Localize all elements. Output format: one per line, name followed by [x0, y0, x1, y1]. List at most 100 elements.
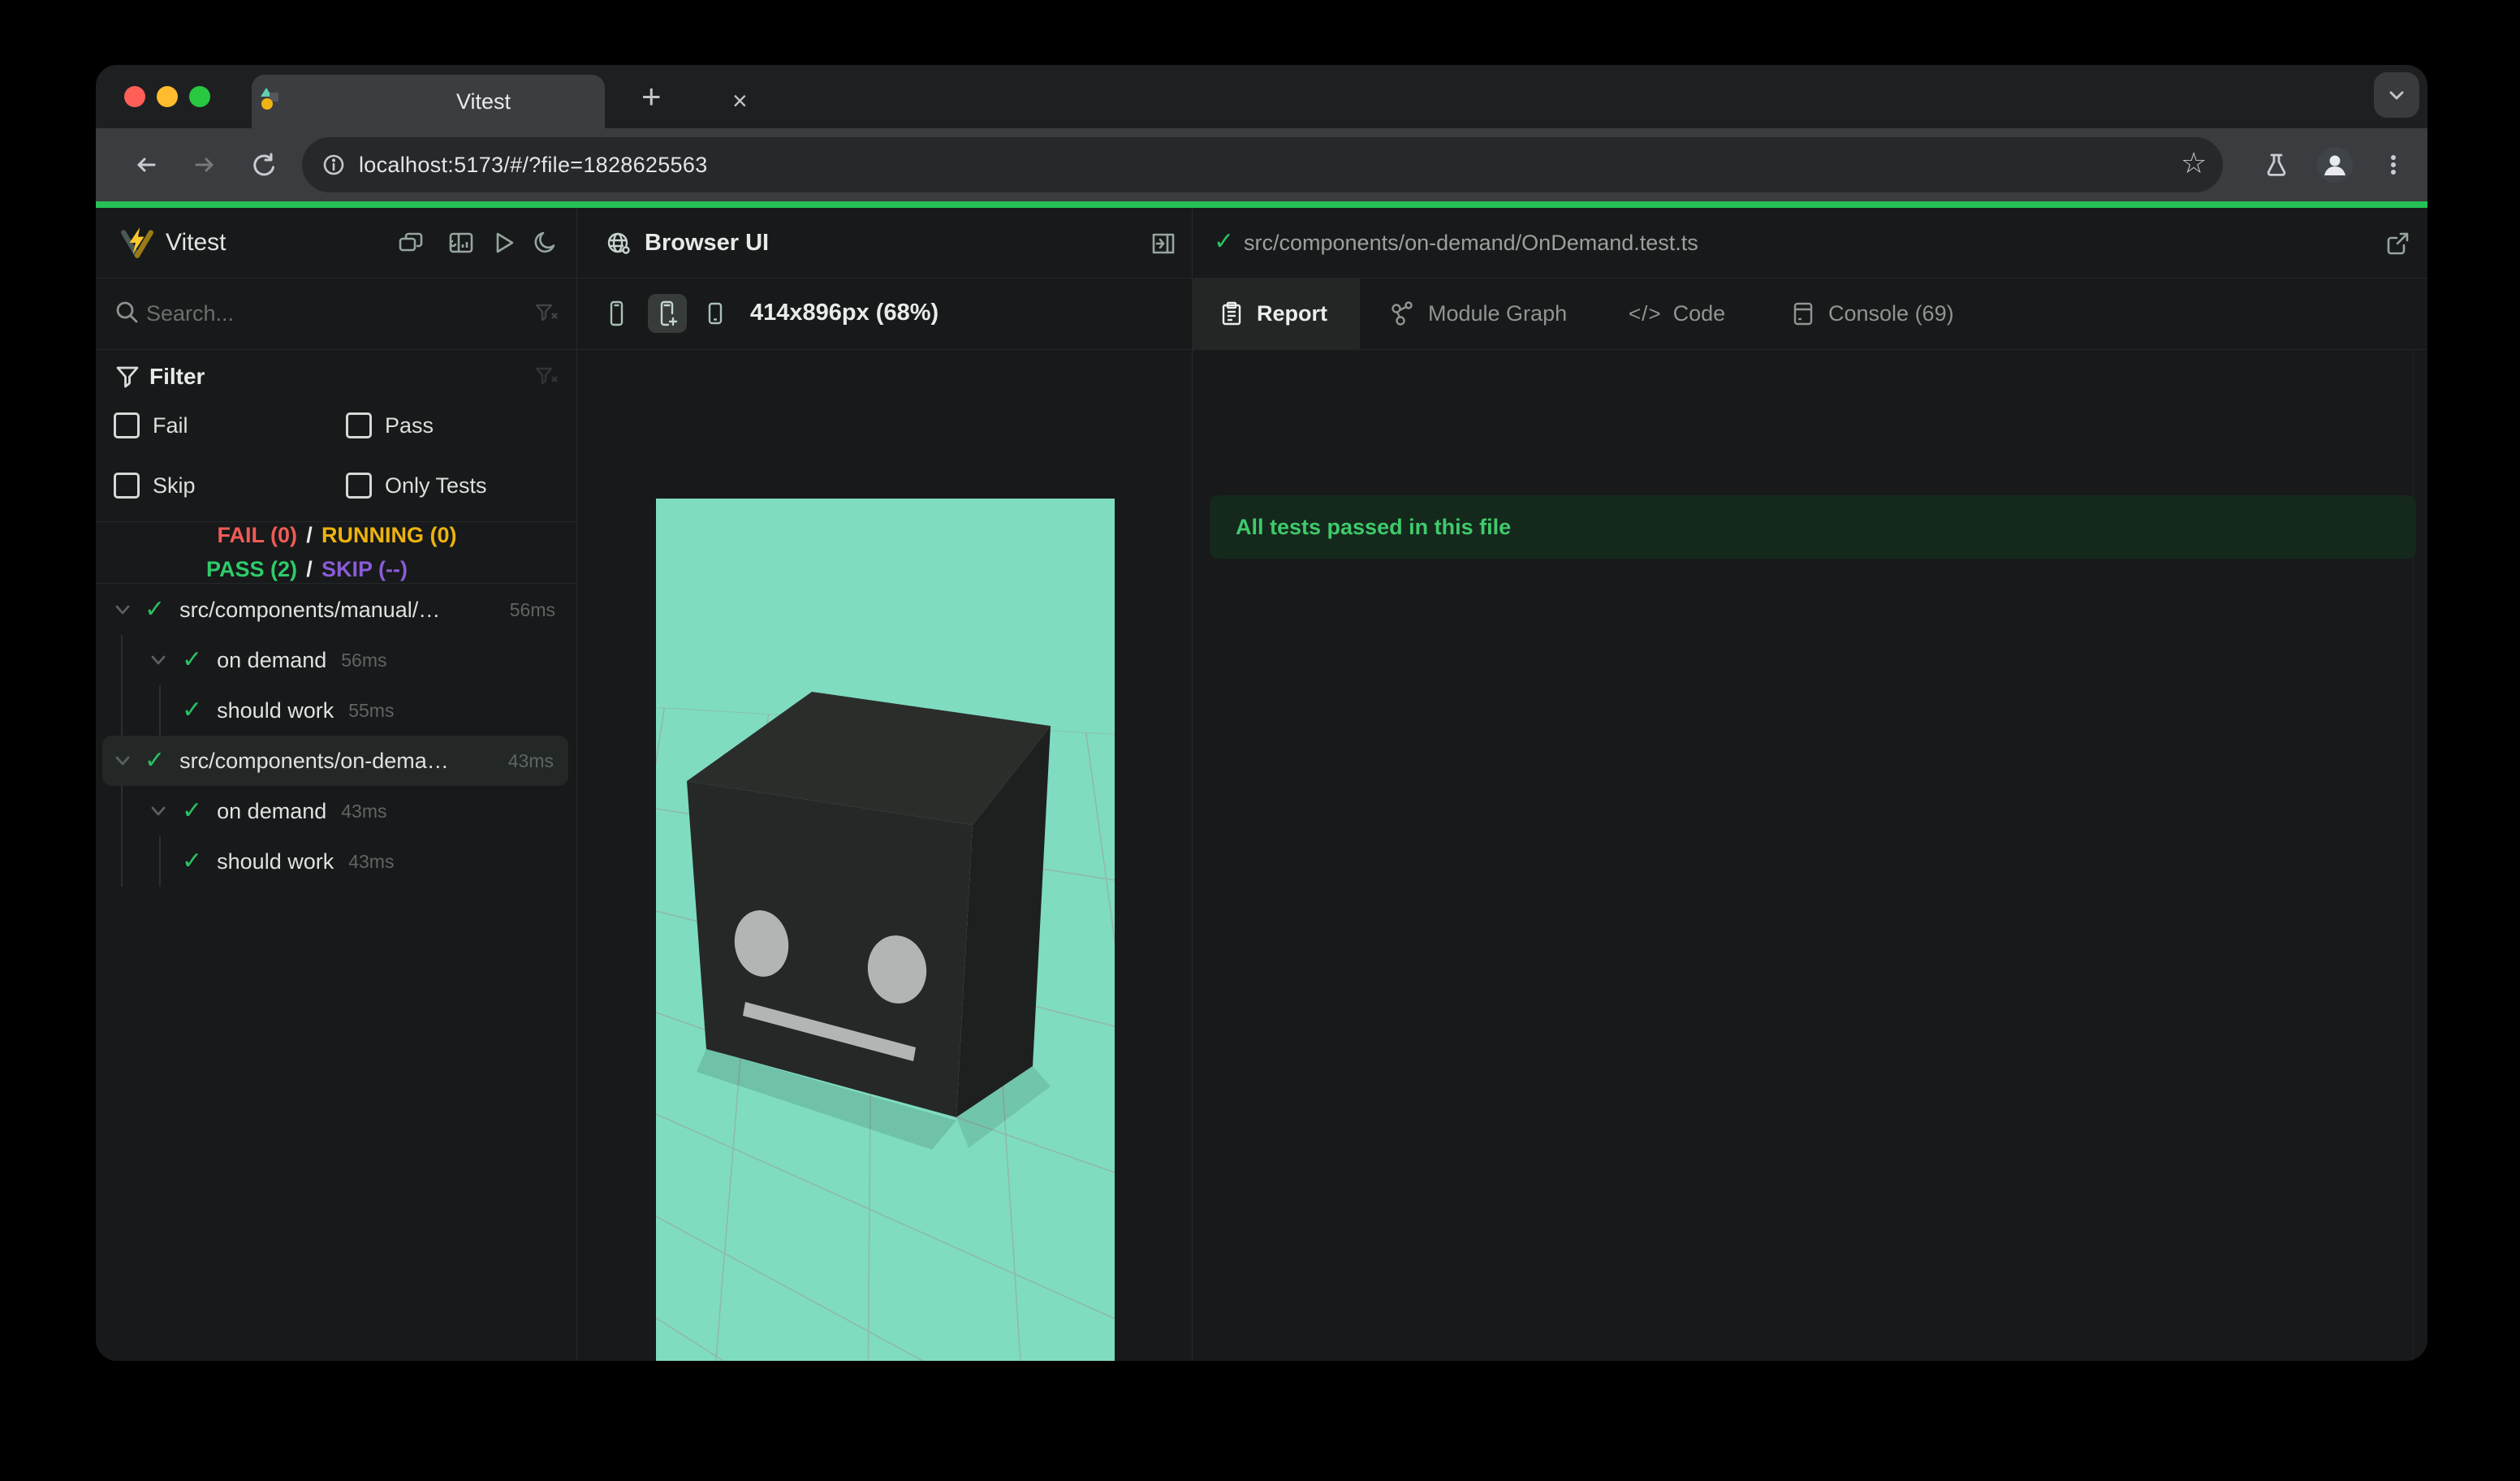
experiments-flask-icon[interactable] — [2263, 151, 2290, 179]
browser-tab[interactable]: Vitest × — [252, 75, 748, 128]
pass-check-icon: ✓ — [182, 848, 203, 874]
tree-item-duration: 43ms — [348, 850, 395, 872]
new-tab-button[interactable]: + — [641, 70, 662, 123]
search-input[interactable] — [145, 281, 489, 346]
toolbar-divider — [96, 349, 2427, 350]
device-tablet-icon[interactable] — [602, 299, 632, 328]
tree-item-label: should work — [217, 848, 334, 874]
tree-suite-on-demand-1[interactable]: ✓ on demand 56ms — [96, 635, 576, 685]
tab-close-icon[interactable]: × — [732, 75, 748, 128]
chevron-down-icon — [151, 655, 166, 665]
chevron-down-icon — [151, 806, 166, 816]
code-brackets-icon: </> — [1629, 300, 1662, 326]
console-icon — [1793, 302, 1813, 326]
filter-clear-icon[interactable] — [533, 362, 560, 390]
filter-option-fail[interactable]: Fail — [114, 408, 188, 443]
skip-count: SKIP (--) — [321, 557, 408, 581]
fail-label: Fail — [153, 412, 188, 438]
browser-window: Vitest × + localhost:5173/#/?file=182862… — [96, 65, 2427, 1361]
pass-count: PASS (2) — [205, 557, 297, 581]
indent-guide — [121, 836, 123, 887]
tab-report-label: Report — [1257, 300, 1327, 326]
forward-button[interactable] — [191, 151, 218, 179]
device-phone-icon[interactable] — [701, 299, 730, 328]
pass-check-icon: ✓ — [145, 747, 166, 774]
profile-avatar[interactable] — [2317, 147, 2353, 183]
clear-search-filter-icon[interactable] — [533, 299, 560, 326]
tree-item-label: on demand — [217, 798, 327, 823]
indent-guide — [121, 786, 123, 836]
site-info-icon[interactable] — [320, 151, 347, 179]
tree-item-duration: 56ms — [509, 598, 555, 620]
sidebar-divider[interactable] — [576, 208, 577, 1361]
browser-preview-viewport[interactable] — [656, 499, 1115, 1361]
collapse-panels-icon[interactable] — [396, 228, 425, 257]
tab-search-button[interactable] — [2374, 72, 2419, 118]
sidebar-app-title: Vitest — [166, 229, 227, 256]
test-progress-bar — [96, 201, 2427, 208]
tree-item-duration: 43ms — [341, 800, 387, 822]
pass-check-icon: ✓ — [182, 697, 203, 723]
vitest-favicon — [258, 84, 287, 117]
tab-report[interactable]: Report — [1218, 278, 1327, 349]
tab-module-graph[interactable]: Module Graph — [1387, 278, 1567, 349]
file-pass-check-icon: ✓ — [1214, 228, 1235, 255]
report-clipboard-icon — [1222, 301, 1241, 326]
tree-item-duration: 43ms — [507, 749, 554, 771]
indent-guide — [159, 836, 161, 887]
skip-checkbox[interactable] — [114, 473, 140, 499]
tree-item-label: on demand — [217, 647, 327, 672]
summary-top-border — [96, 521, 576, 522]
open-external-icon[interactable] — [2383, 229, 2412, 258]
pass-checkbox[interactable] — [346, 412, 372, 438]
traffic-close-button[interactable] — [124, 86, 145, 107]
url-text[interactable]: localhost:5173/#/?file=1828625563 — [359, 137, 708, 192]
banner-text: All tests passed in this file — [1236, 515, 1512, 539]
back-button[interactable] — [132, 151, 160, 179]
threejs-scene — [656, 692, 1115, 1361]
summary-separator: / — [306, 523, 313, 547]
preview-panel-title: Browser UI — [645, 230, 770, 256]
dock-panel-icon[interactable] — [1149, 229, 1178, 258]
tab-console-label: Console (69) — [1828, 300, 1954, 326]
filter-title: Filter — [149, 364, 205, 389]
summary-line-2: PASS (2) / SKIP (--) — [96, 557, 576, 582]
filter-option-skip[interactable]: Skip — [114, 468, 196, 503]
traffic-zoom-button[interactable] — [189, 86, 210, 107]
skip-label: Skip — [153, 473, 196, 498]
tab-title: Vitest — [456, 89, 511, 114]
fail-checkbox[interactable] — [114, 412, 140, 438]
pass-check-icon: ✓ — [182, 646, 203, 673]
tree-file-on-demand-selected[interactable]: ✓ src/components/on-dema… 43ms — [102, 736, 568, 786]
browser-menu-dots-icon[interactable] — [2380, 151, 2407, 179]
tab-code[interactable]: </> Code — [1629, 278, 1725, 349]
bookmark-star-icon[interactable]: ☆ — [2181, 146, 2207, 180]
dashboard-icon[interactable] — [447, 228, 476, 257]
device-phone-add-icon[interactable] — [653, 299, 682, 328]
vitest-app: Vitest Search... Filter Fail Pass Skip O… — [96, 208, 2427, 1361]
preview-divider[interactable] — [1192, 208, 1193, 1361]
indent-guide — [121, 685, 123, 736]
tree-test-should-work-2[interactable]: ✓ should work 43ms — [96, 836, 576, 887]
only-tests-checkbox[interactable] — [346, 473, 372, 499]
filter-option-only-tests[interactable]: Only Tests — [346, 468, 487, 503]
tab-code-label: Code — [1672, 300, 1726, 326]
filter-option-pass[interactable]: Pass — [346, 408, 434, 443]
reload-button[interactable] — [249, 151, 277, 179]
summary-separator: / — [306, 557, 313, 581]
indent-guide — [121, 635, 123, 685]
vitest-logo — [120, 226, 154, 260]
tab-console[interactable]: Console (69) — [1789, 278, 1954, 349]
tree-suite-on-demand-2[interactable]: ✓ on demand 43ms — [96, 786, 576, 836]
chevron-down-icon — [2389, 91, 2404, 100]
tree-item-label: src/components/manual/… — [179, 597, 441, 622]
pass-check-icon: ✓ — [182, 797, 203, 824]
viewport-size-label[interactable]: 414x896px (68%) — [750, 300, 939, 326]
tree-test-should-work-1[interactable]: ✓ should work 55ms — [96, 685, 576, 736]
tree-file-manual[interactable]: ✓ src/components/manual/… 56ms — [96, 585, 576, 635]
dark-mode-moon-icon[interactable] — [531, 228, 560, 257]
traffic-minimize-button[interactable] — [157, 86, 178, 107]
tree-item-duration: 55ms — [348, 699, 395, 721]
detail-file-path[interactable]: src/components/on-demand/OnDemand.test.t… — [1244, 231, 1698, 256]
run-all-play-icon[interactable] — [489, 228, 518, 257]
